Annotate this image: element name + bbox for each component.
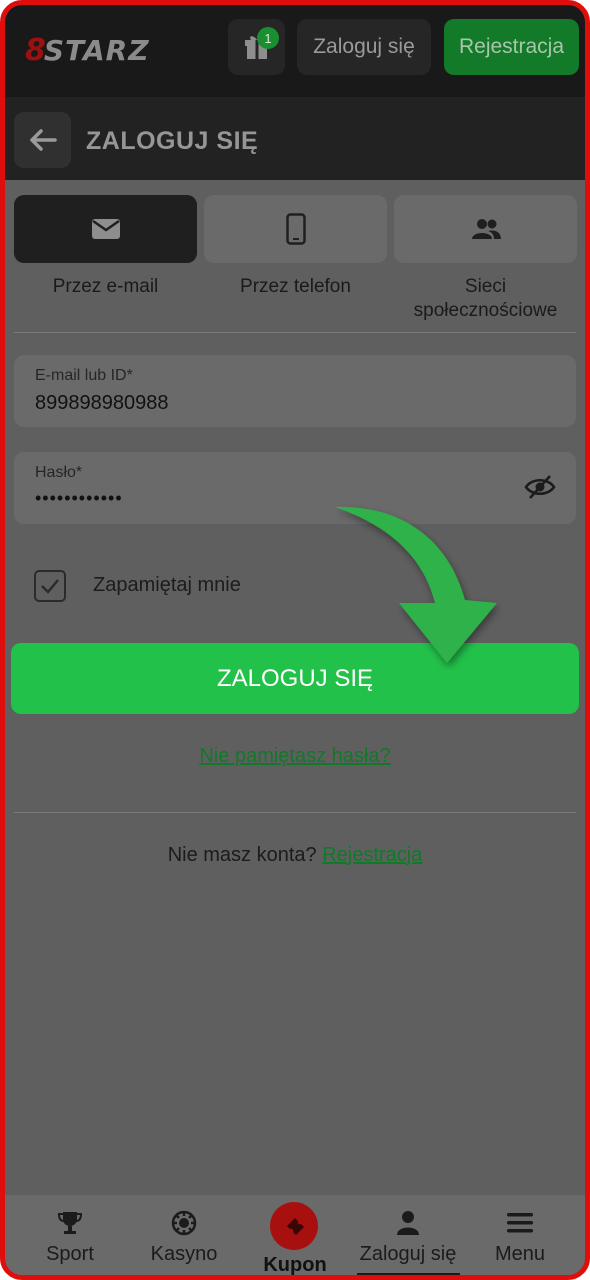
app-frame: 8 STARZ 1 Zaloguj się Rejestracja ZALOGU… bbox=[0, 0, 590, 1280]
nav-sport[interactable]: Sport bbox=[35, 1195, 105, 1275]
gift-count-badge: 1 bbox=[257, 27, 279, 49]
no-account-text: Nie masz konta? bbox=[167, 844, 317, 866]
nav-menu[interactable]: Menu bbox=[485, 1195, 555, 1275]
arrow-left-icon bbox=[29, 129, 57, 151]
ticket-icon bbox=[287, 1218, 304, 1235]
envelope-icon bbox=[91, 219, 120, 239]
pointer-arrow-icon bbox=[335, 506, 497, 663]
top-header: 8 STARZ 1 Zaloguj się Rejestracja bbox=[5, 5, 585, 97]
tab-phone-label: Przez telefon bbox=[240, 276, 351, 297]
hamburger-icon bbox=[507, 1213, 533, 1233]
logo-text: STARZ bbox=[43, 33, 150, 67]
remember-checkbox[interactable] bbox=[34, 570, 66, 602]
back-button[interactable] bbox=[14, 112, 71, 168]
trophy-icon bbox=[57, 1212, 83, 1234]
no-account-row: Nie masz konta? Rejestracja bbox=[5, 844, 585, 867]
nav-sport-label: Sport bbox=[46, 1243, 94, 1265]
divider bbox=[14, 812, 576, 813]
email-field-value[interactable]: 899898980988 bbox=[35, 392, 168, 415]
email-field[interactable]: E-mail lub ID* 899898980988 bbox=[14, 355, 576, 427]
logo-prefix: 8 bbox=[25, 32, 46, 68]
eye-slash-icon[interactable] bbox=[524, 474, 556, 500]
header-login-button[interactable]: Zaloguj się bbox=[297, 19, 431, 75]
casino-chip-icon bbox=[171, 1210, 197, 1236]
nav-menu-label: Menu bbox=[494, 1243, 546, 1265]
page-title: ZALOGUJ SIĘ bbox=[86, 127, 259, 155]
tab-email-label: Przez e-mail bbox=[52, 276, 159, 297]
tab-phone[interactable] bbox=[204, 195, 387, 263]
forgot-password-link[interactable]: Nie pamiętasz hasła? bbox=[199, 745, 390, 767]
tab-email[interactable] bbox=[14, 195, 197, 263]
page-titlebar: ZALOGUJ SIĘ bbox=[5, 97, 585, 180]
header-register-button[interactable]: Rejestracja bbox=[444, 19, 579, 75]
remember-label[interactable]: Zapamiętaj mnie bbox=[93, 574, 241, 597]
password-field-value[interactable]: •••••••••••• bbox=[35, 488, 123, 509]
gift-button[interactable] bbox=[228, 19, 285, 75]
password-field-label: Hasło* bbox=[35, 464, 83, 481]
tab-social[interactable] bbox=[394, 195, 577, 263]
register-link[interactable]: Rejestracja bbox=[322, 844, 422, 866]
logo[interactable]: 8 STARZ bbox=[25, 32, 150, 68]
nav-kupon-label[interactable]: Kupon bbox=[250, 1254, 340, 1275]
nav-kupon[interactable] bbox=[270, 1202, 318, 1250]
nav-kasyno[interactable]: Kasyno bbox=[142, 1195, 226, 1275]
divider bbox=[14, 332, 576, 333]
nav-kasyno-label: Kasyno bbox=[150, 1243, 218, 1265]
nav-login[interactable]: Zaloguj się bbox=[355, 1195, 461, 1275]
active-tab-indicator bbox=[357, 1273, 460, 1275]
email-field-label: E-mail lub ID* bbox=[35, 367, 133, 384]
nav-login-label: Zaloguj się bbox=[359, 1243, 457, 1265]
tab-social-label: Sieci społecznościowe bbox=[413, 276, 558, 321]
phone-icon bbox=[285, 213, 306, 245]
user-icon bbox=[397, 1211, 419, 1235]
checkmark-icon bbox=[41, 579, 59, 594]
forgot-password: Nie pamiętasz hasła? bbox=[5, 745, 585, 768]
users-icon bbox=[471, 219, 501, 239]
